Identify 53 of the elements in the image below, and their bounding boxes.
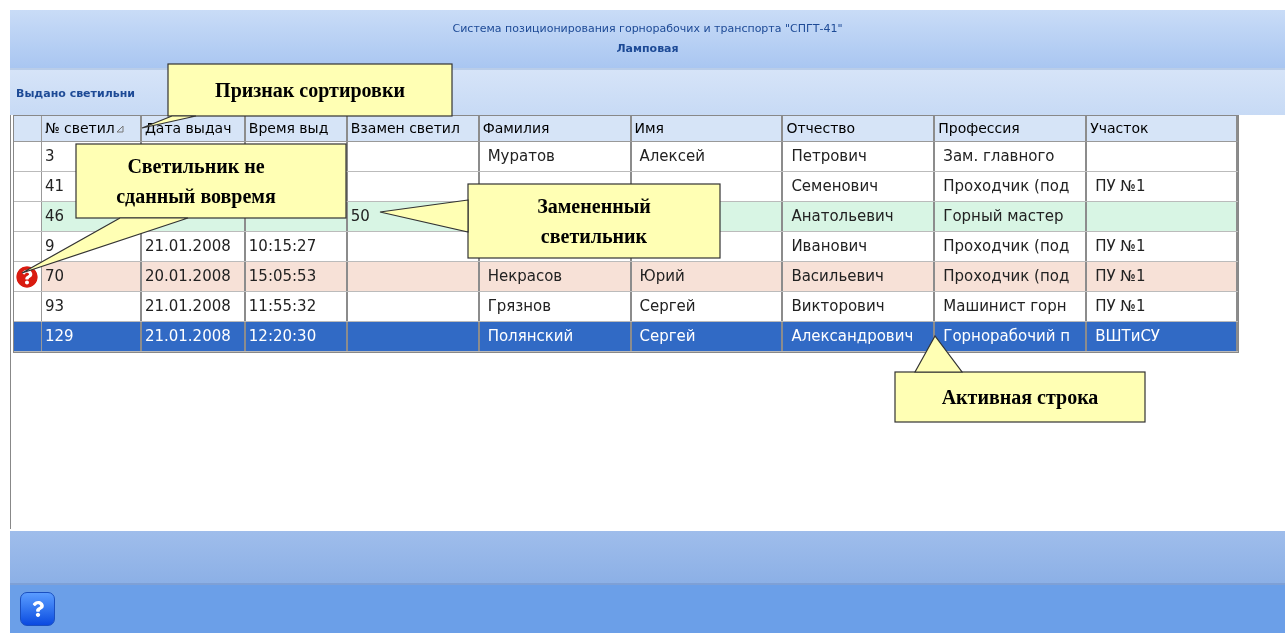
table-cell-text: Алексей <box>639 146 705 168</box>
table-cell-text: Проходчик (под <box>943 236 1070 258</box>
table-cell-text: 15:05:53 <box>248 266 317 288</box>
table-cell-text: ВШТиСУ <box>1095 326 1160 348</box>
table-cell-text: Сергей <box>639 296 696 318</box>
callout-tooltip: Замененный светильник <box>379 183 721 259</box>
table-cell-text: Грязнов <box>487 296 552 318</box>
help-icon <box>31 601 44 617</box>
section-title: Выдано светильни <box>16 86 135 103</box>
table-cell-text: Зам. главного <box>943 146 1055 168</box>
help-button[interactable] <box>20 592 55 626</box>
table-cell-text: ПУ №1 <box>1095 266 1146 288</box>
table-cell-text: 3 <box>45 146 55 168</box>
table-cell-text: Анатольевич <box>791 206 894 228</box>
table-cell-text: Петрович <box>791 146 867 168</box>
table-row[interactable]: 70 20.01.2008 15:05:53 Некрасов Юрий Васильевич Проходчик (под ПУ №1 <box>14 262 1238 292</box>
table-cell-text: ПУ №1 <box>1095 296 1146 318</box>
table-cell-text: 9 <box>45 236 55 258</box>
table-cell-text: Муратов <box>487 146 555 168</box>
table-cell-text: 93 <box>45 296 65 318</box>
table-cell-text: 70 <box>45 266 65 288</box>
table-cell-text: Горный мастер <box>943 206 1064 228</box>
table-cell-text: 10:15:27 <box>248 236 317 258</box>
sort-icon <box>115 124 124 133</box>
table-cell-text: 50 <box>350 206 370 228</box>
table-cell-text: Полянский <box>487 326 574 348</box>
table-cell-text: Горнорабочий п <box>943 326 1071 348</box>
table-cell-text: 21.01.2008 <box>144 296 231 318</box>
table-cell-text: Некрасов <box>487 266 563 288</box>
table-cell-text: Машинист горн <box>943 296 1067 318</box>
table-cell-text: Викторович <box>791 296 885 318</box>
table-cell-text: 12:20:30 <box>248 326 317 348</box>
table-cell-text: Иванович <box>791 236 868 258</box>
table-cell-text: Сергей <box>639 326 696 348</box>
table-cell-text: 41 <box>45 176 65 198</box>
table-cell-text: Юрий <box>639 266 685 288</box>
table-cell-text: Васильевич <box>791 266 884 288</box>
table-cell-text: 20.01.2008 <box>144 266 231 288</box>
table-cell-text: Александрович <box>791 326 914 348</box>
table-cell-text: ПУ №1 <box>1095 236 1146 258</box>
table-cell-text: Проходчик (под <box>943 176 1070 198</box>
table-cell-text: 21.01.2008 <box>144 326 231 348</box>
table-row[interactable]: 129 21.01.2008 12:20:30 Полянский Сергей Александрович Горнорабочий п ВШТиСУ <box>14 322 1238 352</box>
table-cell-text: 129 <box>45 326 74 348</box>
table-cell-text: ПУ №1 <box>1095 176 1146 198</box>
table-cell-text: 11:55:32 <box>248 296 317 318</box>
table-row[interactable]: 93 21.01.2008 11:55:32 Грязнов Сергей Викторович Машинист горн ПУ №1 <box>14 292 1238 322</box>
table-cell-text: 21.01.2008 <box>144 236 231 258</box>
window-title: Система позиционирования горнорабочих и транспорта "СПГТ-41" <box>452 20 843 37</box>
table-cell-text: 46 <box>45 206 65 228</box>
table-cell-text: Семенович <box>791 176 879 198</box>
table-cell-text: Проходчик (под <box>943 266 1070 288</box>
window-subtitle: Ламповая <box>616 41 679 57</box>
